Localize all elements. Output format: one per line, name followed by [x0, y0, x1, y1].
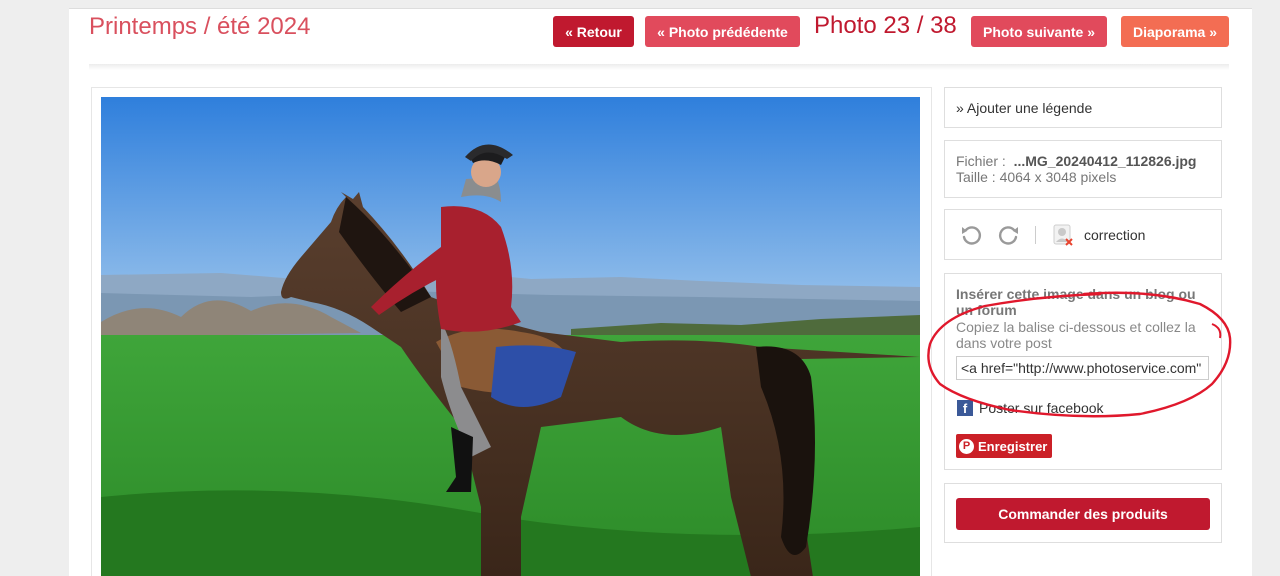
photo-counter: Photo 23 / 38 [814, 12, 957, 39]
facebook-share-label: Poster sur facebook [979, 400, 1104, 416]
undo-icon[interactable] [959, 223, 983, 247]
order-panel: Commander des produits [944, 483, 1222, 543]
image-size: Taille : 4064 x 3048 pixels [956, 169, 1117, 185]
next-photo-button[interactable]: Photo suivante » [971, 16, 1107, 47]
album-title: Printemps / été 2024 [89, 13, 311, 40]
back-button[interactable]: « Retour [553, 16, 634, 47]
facebook-icon: f [957, 400, 973, 416]
pinterest-icon: P [959, 438, 974, 454]
file-name: ...MG_20240412_112826.jpg [1013, 153, 1197, 169]
embed-code-field[interactable] [956, 356, 1209, 380]
pinterest-save-label: Enregistrer [978, 438, 1048, 454]
toolbar-separator [1035, 226, 1036, 244]
main-photo[interactable] [101, 97, 920, 576]
slideshow-button[interactable]: Diaporama » [1121, 16, 1229, 47]
order-products-button[interactable]: Commander des produits [956, 498, 1210, 530]
redo-icon[interactable] [997, 223, 1021, 247]
header-divider [89, 64, 1229, 70]
add-caption-link[interactable]: » Ajouter une légende [956, 100, 1092, 116]
previous-photo-button[interactable]: « Photo prédédente [645, 16, 800, 47]
embed-title: Insérer cette image dans un blog ou un f… [956, 286, 1196, 318]
embed-panel: Insérer cette image dans un blog ou un f… [944, 273, 1222, 470]
correction-icon[interactable] [1052, 223, 1074, 247]
photo-frame [91, 87, 932, 576]
edit-panel: correction [944, 209, 1222, 260]
embed-hint: Copiez la balise ci-dessous et collez la… [956, 319, 1196, 351]
photo-page: Printemps / été 2024 « Retour « Photo pr… [69, 8, 1252, 576]
facebook-share-link[interactable]: f Poster sur facebook [957, 400, 1104, 416]
file-info-panel: Fichier : ...MG_20240412_112826.jpg Tail… [944, 140, 1222, 198]
correction-label: correction [1084, 227, 1146, 243]
pinterest-save-button[interactable]: P Enregistrer [956, 434, 1053, 458]
file-label: Fichier : [956, 153, 1006, 169]
legend-panel: » Ajouter une légende [944, 87, 1222, 128]
